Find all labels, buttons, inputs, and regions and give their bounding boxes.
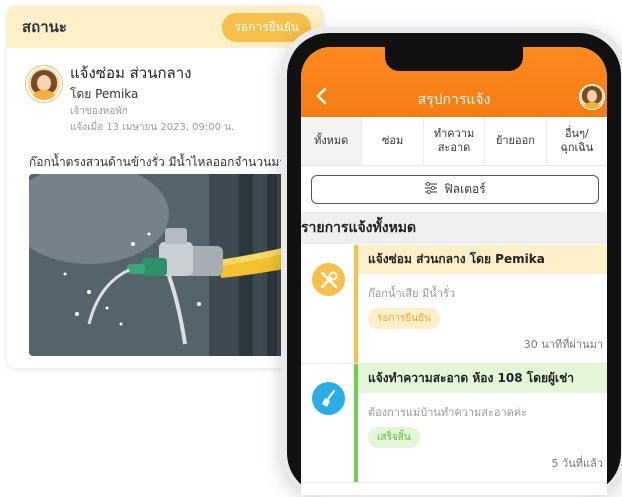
report-date: แจ้งเมื่อ 13 เมษายน 2023, 09:00 น. (70, 122, 235, 133)
phone-notch (385, 47, 523, 71)
tab-move-out[interactable]: ย้ายออก (485, 117, 547, 165)
filter-button[interactable]: ฟิลเตอร์ (311, 175, 599, 204)
list-item[interactable]: แจ้งซ่อม ส่วนกลาง โดย Pemika ก๊อกน้ำเสีย… (301, 245, 607, 364)
status-label: สถานะ (22, 18, 67, 36)
section-title-text: รายการแจ้งทั้งหมด (301, 220, 417, 236)
tab-cleaning[interactable]: ทำความ สะอาด (424, 117, 486, 165)
avatar[interactable] (579, 84, 605, 110)
report-detail-card: สถานะ รอการยืนยัน แจ้งซ่อม ส่วนกลาง โดย … (7, 6, 323, 368)
report-title: แจ้งซ่อม ส่วนกลาง (70, 64, 192, 82)
broom-icon (312, 382, 345, 415)
filter-label: ฟิลเตอร์ (444, 182, 486, 196)
sliders-icon (424, 181, 438, 197)
item-title: แจ้งทำความสะอาด ห้อง 108 โดยผู้เช่า (358, 364, 607, 393)
section-title: รายการแจ้งทั้งหมด (301, 212, 607, 244)
item-time: 5 วันที่แล้ว (551, 457, 603, 470)
report-author: โดย Pemika (70, 87, 139, 101)
tab-other-emergency[interactable]: อื่นๆ/ ฉุกเฉิน (547, 117, 607, 165)
tab-repair[interactable]: ซ่อม (362, 117, 424, 165)
item-time: 30 นาทีที่ผ่านมา (523, 338, 603, 351)
status-badge: รอการยืนยัน (368, 308, 440, 329)
app-screen: สรุปการแจ้ง ทั้งหมด ซ่อม ทำความ สะอาด ย้… (301, 47, 607, 495)
avatar (26, 66, 62, 102)
tab-all[interactable]: ทั้งหมด (301, 117, 363, 165)
app-title: สรุปการแจ้ง (417, 92, 491, 108)
status-badge: เสร็จสิ้น (368, 427, 420, 448)
status-bar: สถานะ รอการยืนยัน (7, 6, 323, 48)
report-author-role: เจ้าของหอพัก (70, 106, 128, 117)
leaking-faucet-photo (29, 174, 299, 356)
item-description: ต้องการแม่บ้านทำความสะอาดค่ะ (368, 406, 528, 419)
category-tabs: ทั้งหมด ซ่อม ทำความ สะอาด ย้ายออก อื่นๆ/… (301, 117, 607, 166)
wrench-screwdriver-icon (312, 263, 345, 296)
item-title: แจ้งซ่อม ส่วนกลาง โดย Pemika (358, 245, 607, 274)
item-description: ก๊อกน้ำเสีย มีน้ำรั่ว (368, 287, 456, 300)
list-item[interactable]: แจ้งทำความสะอาด ห้อง 108 โดยผู้เช่า ต้อง… (301, 364, 607, 483)
report-description: ก๊อกน้ำตรงสวนด้านข้างรั่ว มีน้ำไหลออกจำน… (29, 155, 294, 169)
phone-frame: สรุปการแจ้ง ทั้งหมด ซ่อม ทำความ สะอาด ย้… (281, 27, 622, 497)
